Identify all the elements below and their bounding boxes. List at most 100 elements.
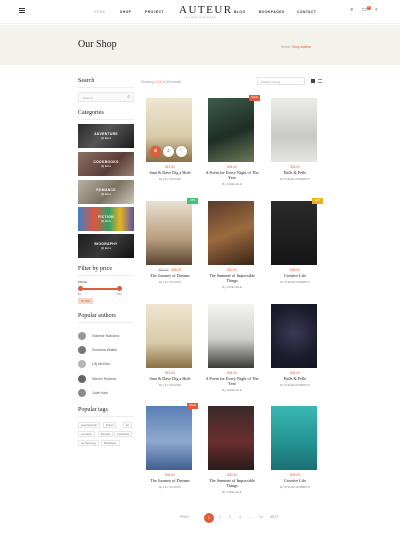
product-title[interactable]: A Poem for Every Night of The Year <box>203 376 261 386</box>
search-icon[interactable]: ⌕ <box>350 7 353 13</box>
book-cover[interactable] <box>271 98 317 162</box>
search-icon[interactable]: ⌕ <box>163 146 174 157</box>
book-cover[interactable] <box>208 98 254 162</box>
author-item[interactable]: Vladimir Nabokov <box>78 331 119 341</box>
site-logo[interactable]: AUTEUR AUTHOR & WRITER <box>179 5 231 20</box>
user-icon[interactable]: ♁ <box>374 7 379 13</box>
product-author[interactable]: By JUDE HALE <box>207 388 257 392</box>
nav-bookpages[interactable]: BOOKPAGES <box>259 10 285 14</box>
tag[interactable]: art <box>123 422 133 428</box>
product-title[interactable]: The Journey of Dreams <box>141 478 199 483</box>
product-author[interactable]: By STEVEN ROBERTS <box>270 383 320 387</box>
page-button-current[interactable]: 1 <box>204 513 214 523</box>
category-biography[interactable]: BIOGRAPHY (4) items <box>78 234 134 258</box>
product-card[interactable]: $35.00 Balls & Pelle By STEVEN ROBERTS <box>270 304 320 404</box>
book-cover[interactable] <box>146 201 192 265</box>
product-title[interactable]: Balls & Pelle <box>266 170 324 175</box>
search-icon[interactable]: ⌕ <box>127 94 130 100</box>
product-author[interactable]: By JUDE HALE <box>207 285 257 289</box>
prev-page-button[interactable]: PREV <box>180 515 189 519</box>
heart-icon[interactable]: ♡ <box>176 146 187 157</box>
nav-project[interactable]: PROJECT <box>145 10 164 14</box>
product-author[interactable]: By STEVEN ROBERTS <box>270 485 320 489</box>
menu-icon[interactable] <box>19 8 25 13</box>
product-author[interactable]: By STEVEN ROBERTS <box>270 280 320 284</box>
tag[interactable]: fiction <box>103 422 117 428</box>
product-card[interactable]: SALE $45.00 The Journey of Dreams By LIL… <box>145 403 198 506</box>
tag[interactable]: cookbook <box>114 431 132 437</box>
next-page-button[interactable]: NEXT <box>270 515 279 519</box>
nav-home[interactable]: HOME <box>94 10 106 14</box>
tag[interactable]: romance <box>78 431 95 437</box>
page-button[interactable]: 3 <box>229 515 231 519</box>
book-cover[interactable] <box>271 406 317 470</box>
price-slider-min-handle[interactable] <box>78 286 83 291</box>
product-title[interactable]: A Poem for Every Night of The Year <box>203 170 261 180</box>
book-cover[interactable] <box>271 304 317 368</box>
book-cover[interactable] <box>208 201 254 265</box>
category-adventure[interactable]: ADVENTURE (4) items <box>78 124 134 148</box>
price-slider-track[interactable] <box>80 288 120 290</box>
author-name[interactable]: Jude Hale <box>92 391 108 395</box>
filter-button[interactable]: FILTER <box>78 298 93 304</box>
product-title[interactable]: Creative Life <box>266 478 324 483</box>
list-view-icon[interactable] <box>318 79 322 83</box>
product-author[interactable]: By JUDE HALE <box>207 490 257 494</box>
product-author[interactable]: By LILY MCGINN <box>145 485 195 489</box>
product-card[interactable]: HOT $35.00 Creative Life By STEVEN ROBER… <box>270 198 323 301</box>
author-name[interactable]: Suzanna Walker <box>92 348 118 352</box>
book-cover[interactable] <box>146 304 192 368</box>
tag[interactable]: lifestyle <box>98 431 114 437</box>
nav-blog[interactable]: BLOG <box>234 10 246 14</box>
category-romance[interactable]: ROMANCE (6) items <box>78 180 134 204</box>
product-title[interactable]: Sam & Dave Dig a Hole <box>141 376 199 381</box>
product-author[interactable]: By STEVEN ROBERTS <box>270 177 320 181</box>
product-title[interactable]: The Journey of Dreams <box>141 273 199 278</box>
product-card[interactable]: $15.00 Sam & Dave Dig a Hole By LILY MCG… <box>145 304 195 404</box>
category-fiction[interactable]: FICTION (4) items <box>78 207 134 231</box>
tag[interactable]: Biography <box>101 440 120 446</box>
product-card[interactable]: -25% $60.00 $45.00 The Journey of Dreams … <box>145 198 198 301</box>
book-cover[interactable]: ⊕ ⌕ ♡ <box>146 98 192 162</box>
product-card[interactable]: $35.00 Creative Life By STEVEN ROBERTS <box>270 406 320 506</box>
product-author[interactable]: By LILY MCGINN <box>145 383 195 387</box>
product-title[interactable]: Sam & Dave Dig a Hole <box>141 170 199 175</box>
author-item[interactable]: Lily McGinn <box>78 359 110 369</box>
tag[interactable]: archaeology <box>78 440 100 446</box>
grid-view-icon[interactable] <box>311 79 315 83</box>
product-card[interactable]: ⊕ ⌕ ♡ $15.00 Sam & Dave Dig a Hole By LI… <box>145 98 195 198</box>
product-title[interactable]: Balls & Pelle <box>266 376 324 381</box>
author-item[interactable]: Jude Hale <box>78 388 108 398</box>
product-author[interactable]: By JUDE HALE <box>207 182 257 186</box>
product-card[interactable]: $34.00 A Poem for Every Night of The Yea… <box>206 304 258 404</box>
author-name[interactable]: Steven Roberts <box>92 377 116 381</box>
cart-icon[interactable]: ⊕ <box>150 146 161 157</box>
product-title[interactable]: Creative Life <box>266 273 324 278</box>
breadcrumb-home[interactable]: Home <box>281 45 290 49</box>
product-author[interactable]: By LILY MCGINN <box>145 177 195 181</box>
product-card[interactable]: $30.00 The Summer of Impossible Things B… <box>207 201 257 301</box>
page-button[interactable]: 14 <box>259 515 263 519</box>
nav-shop[interactable]: SHOP <box>120 10 131 14</box>
author-item[interactable]: Steven Roberts <box>78 374 116 384</box>
tag[interactable]: second book <box>78 422 100 428</box>
author-name[interactable]: Vladimir Nabokov <box>92 334 119 338</box>
book-cover[interactable] <box>271 201 317 265</box>
product-card[interactable]: $35.00 Balls & Pelle By STEVEN ROBERTS <box>270 98 320 198</box>
product-title[interactable]: The Summer of Impossible Things <box>203 478 261 488</box>
price-slider-max-handle[interactable] <box>117 286 122 291</box>
sort-select[interactable]: Default sorting ⌄ <box>257 77 305 85</box>
search-input[interactable]: Search ⌕ <box>78 92 134 102</box>
nav-contact[interactable]: CONTACT <box>297 10 316 14</box>
book-cover[interactable] <box>146 406 192 470</box>
product-card[interactable]: $30.00 The Summer of Impossible Things B… <box>207 406 257 506</box>
page-button[interactable]: 2 <box>219 515 221 519</box>
author-item[interactable]: Suzanna Walker <box>78 345 118 355</box>
category-cookbooks[interactable]: COOKBOOKS (6) items <box>78 152 134 176</box>
author-name[interactable]: Lily McGinn <box>92 362 110 366</box>
product-title[interactable]: The Summer of Impossible Things <box>203 273 261 283</box>
book-cover[interactable] <box>208 304 254 368</box>
product-card[interactable]: SALE $34.00 A Poem for Every Night of Th… <box>206 95 260 198</box>
book-cover[interactable] <box>208 406 254 470</box>
page-button[interactable]: 4 <box>239 515 241 519</box>
